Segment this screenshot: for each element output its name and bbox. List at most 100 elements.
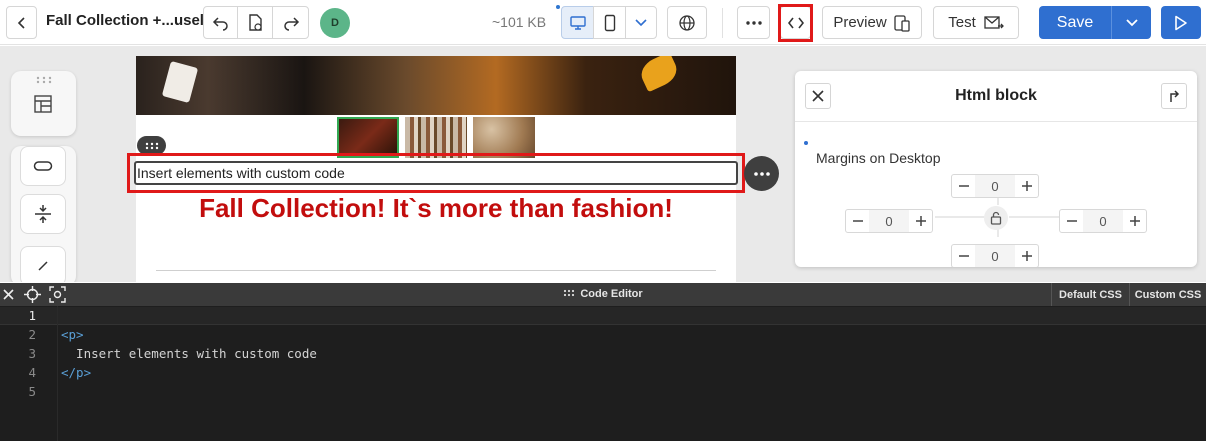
highlight-html-block [127,153,745,193]
user-avatar[interactable]: D [320,8,350,38]
code-editor-toolbar: Code Editor Default CSS Custom CSS [0,283,1206,306]
margin-top-value[interactable]: 0 [975,175,1015,197]
margin-right-stepper[interactable]: 0 [1059,209,1147,233]
plus-icon [1021,251,1032,261]
preview-button[interactable]: Preview [822,6,922,39]
settings-panel-header: Html block [795,71,1197,122]
view-options-dropdown[interactable] [625,6,657,39]
drag-handle-icon[interactable] [36,76,52,84]
decrement-button[interactable] [1060,210,1083,232]
minus-icon [1066,220,1077,222]
minus-icon [958,255,969,257]
version-history-button[interactable] [237,6,273,39]
autumn-leaf-graphic [636,56,682,93]
increment-button[interactable] [1015,175,1038,197]
code-editor[interactable]: 1 2 3 4 5 <p> Insert elements with custo… [0,306,1206,441]
highlight-code-button [778,4,813,42]
grip-dots-icon [145,142,158,149]
more-options-button[interactable] [737,6,770,39]
globe-icon [679,14,695,31]
code-line[interactable]: <p> [61,327,84,342]
devices-icon [894,14,910,32]
minus-icon [958,185,969,187]
mobile-icon [604,14,615,31]
tab-default-css[interactable]: Default CSS [1051,283,1129,306]
changed-indicator [804,141,808,145]
code-line[interactable]: Insert elements with custom code [61,346,317,361]
line-number: 5 [28,384,36,399]
margin-left-stepper[interactable]: 0 [845,209,933,233]
hero-image[interactable] [136,56,736,115]
increment-button[interactable] [1015,245,1038,267]
redo-button[interactable] [272,6,309,39]
spacer-block[interactable] [20,194,66,234]
blocks-panel [11,146,76,282]
headline-text[interactable]: Fall Collection! It`s more than fashion! [136,193,736,224]
decrement-button[interactable] [846,210,869,232]
settings-panel-title: Html block [955,87,1037,104]
spacer-icon [35,205,51,223]
code-line[interactable]: </p> [61,365,91,380]
test-email-button[interactable]: Test [933,6,1019,39]
grip-dots-icon [564,289,575,297]
carousel-thumbnail-1[interactable] [337,117,399,158]
select-parent-button[interactable] [1161,83,1187,109]
plus-icon [915,216,926,226]
margin-bottom-value[interactable]: 0 [975,245,1015,267]
decrement-button[interactable] [952,175,975,197]
divider-line [156,270,716,271]
chevron-left-icon [17,16,25,29]
line-number: 2 [28,327,36,342]
margins-label: Margins on Desktop [816,150,941,166]
margin-right-value[interactable]: 0 [1083,210,1123,232]
button-block[interactable] [20,146,66,186]
line-number: 4 [28,365,36,380]
line-number: 3 [28,346,36,361]
block-options-button[interactable] [744,156,779,191]
gutter-divider [57,306,58,441]
plus-icon [1021,181,1032,191]
back-button[interactable] [6,6,37,39]
active-line-highlight [0,307,1206,325]
carousel-thumbnail-3[interactable] [473,117,535,158]
desktop-view-button[interactable] [561,6,594,39]
language-button[interactable] [667,6,707,39]
line-number: 1 [28,308,36,323]
link-block[interactable] [20,246,66,282]
decrement-button[interactable] [952,245,975,267]
undo-icon [212,16,228,31]
send-button[interactable] [1161,6,1201,39]
save-button-group: Save [1039,6,1151,39]
save-button[interactable]: Save [1039,6,1112,39]
unlock-icon[interactable] [984,206,1008,230]
chevron-down-icon [1125,18,1138,26]
play-icon [1175,15,1187,30]
campaign-title[interactable]: Fall Collection +...usel [46,12,204,29]
top-toolbar: Fall Collection +...usel D ~101 KB Previ… [0,0,1206,45]
margin-top-stepper[interactable]: 0 [951,174,1039,198]
increment-button[interactable] [909,210,932,232]
margin-bottom-stepper[interactable]: 0 [951,244,1039,267]
chevron-down-icon [635,18,647,26]
structure-panel [11,71,76,136]
redo-icon [283,16,299,31]
link-icon [38,261,48,271]
undo-button[interactable] [203,6,238,39]
code-editor-title[interactable]: Code Editor [0,288,1206,300]
plus-icon [1129,216,1140,226]
desktop-icon [569,15,586,30]
layout-blocks-icon[interactable] [33,94,53,114]
increment-button[interactable] [1123,210,1146,232]
email-size: ~101 KB [492,14,547,30]
button-icon [33,161,53,171]
mobile-view-button[interactable] [593,6,626,39]
margin-left-value[interactable]: 0 [869,210,909,232]
minus-icon [852,220,863,222]
notification-dot [556,5,560,9]
more-horizontal-icon [745,20,762,25]
save-options-dropdown[interactable] [1112,6,1151,39]
carousel-thumbnail-2[interactable] [405,117,467,158]
tab-custom-css[interactable]: Custom CSS [1129,283,1206,306]
editor-workspace: Fall Collection! It`s more than fashion!… [0,46,1206,282]
document-history-icon [249,13,262,31]
